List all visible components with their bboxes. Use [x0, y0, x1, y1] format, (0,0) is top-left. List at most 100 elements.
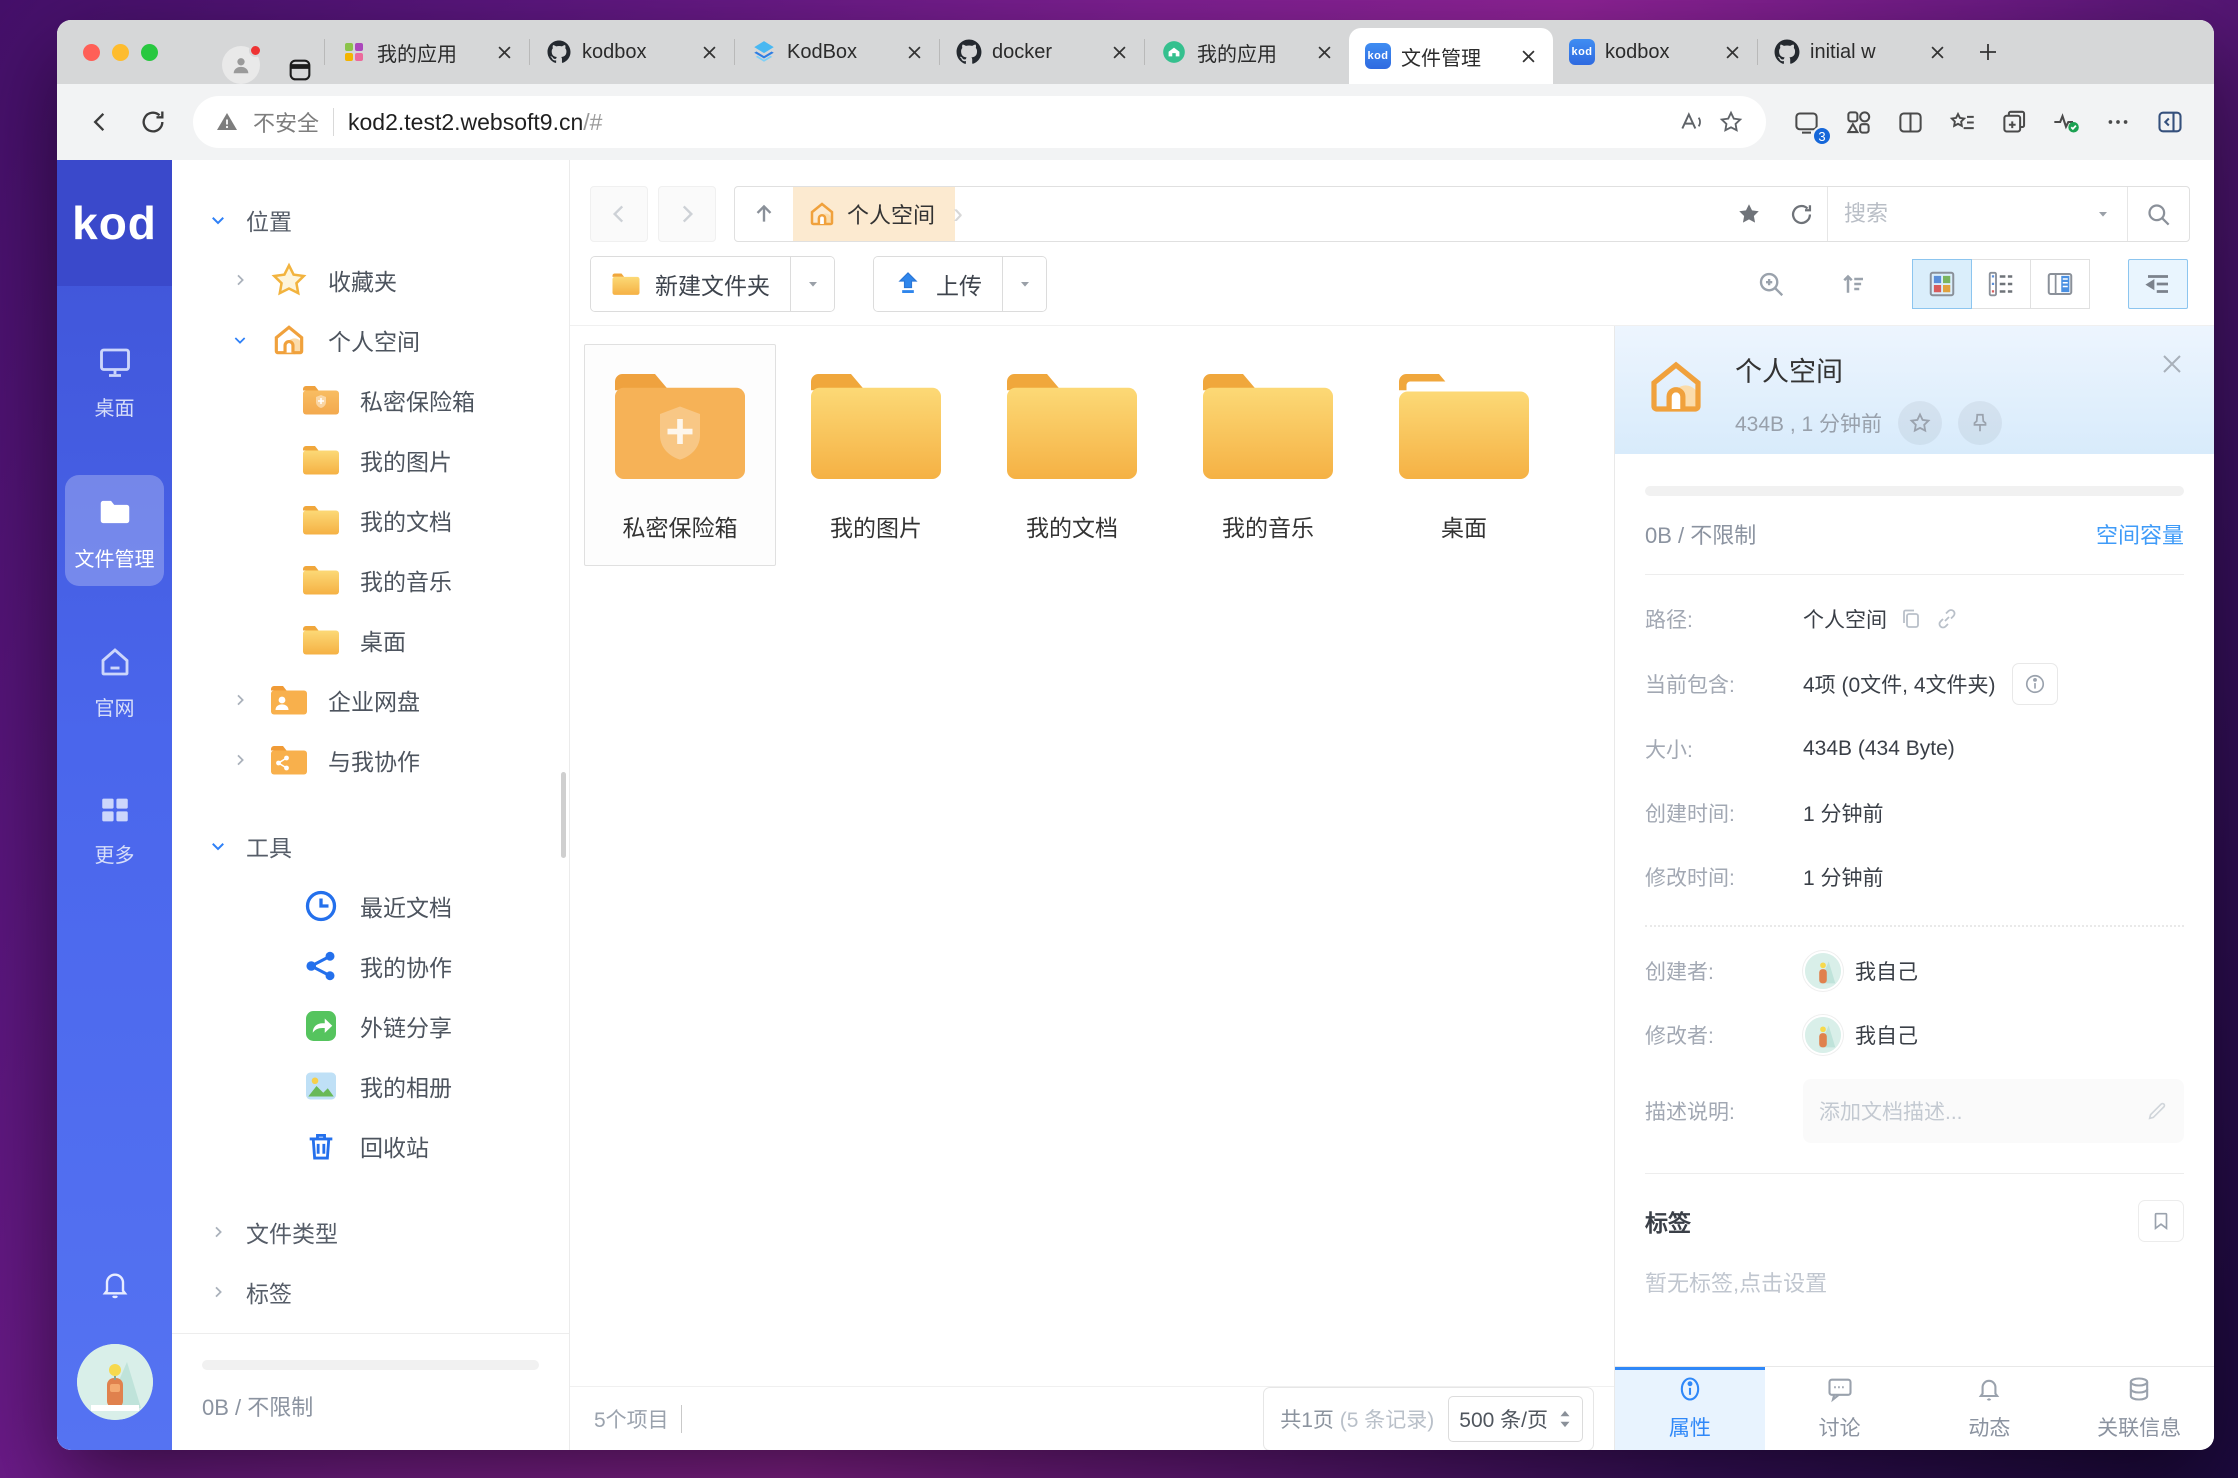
- tab-close-icon[interactable]: [1926, 41, 1948, 63]
- chevron-right-icon[interactable]: [230, 752, 250, 768]
- read-aloud-icon[interactable]: [1678, 109, 1704, 135]
- file-item-private-safe[interactable]: 私密保险箱: [584, 344, 776, 566]
- browser-tab[interactable]: kodbox: [530, 20, 734, 84]
- collections-icon[interactable]: [1992, 100, 2036, 144]
- tab-close-icon[interactable]: [1721, 41, 1743, 63]
- tree-item-my-music[interactable]: 我的音乐: [172, 550, 569, 610]
- tree-item-personal-space[interactable]: 个人空间: [172, 310, 569, 370]
- chevron-right-icon[interactable]: [230, 272, 250, 288]
- capacity-link[interactable]: 空间容量: [2096, 518, 2184, 550]
- tree-item-shared-with-me[interactable]: 与我协作: [172, 730, 569, 790]
- chevron-down-icon[interactable]: [230, 332, 250, 348]
- up-directory-button[interactable]: [735, 187, 793, 241]
- favorite-location-button[interactable]: [1723, 187, 1775, 241]
- user-avatar[interactable]: [77, 1344, 153, 1420]
- sort-icon[interactable]: [1831, 262, 1875, 306]
- new-tab-button[interactable]: [1968, 32, 2008, 72]
- extensions-icon[interactable]: [1836, 100, 1880, 144]
- tree-item-enterprise-disk[interactable]: 企业网盘: [172, 670, 569, 730]
- tree-item-external-links[interactable]: 外链分享: [172, 996, 569, 1056]
- upload-button[interactable]: 上传: [874, 257, 1002, 311]
- browser-tab[interactable]: docker: [940, 20, 1144, 84]
- url-bar[interactable]: 不安全 kod2.test2.websoft9.cn/#: [193, 96, 1766, 148]
- sidebar-item-website[interactable]: 官网: [65, 626, 164, 735]
- minimize-window-button[interactable]: [112, 44, 129, 61]
- tags-empty-label[interactable]: 暂无标签,点击设置: [1645, 1266, 2184, 1298]
- tree-section-tags[interactable]: 标签: [172, 1262, 569, 1322]
- browser-tab[interactable]: kod kodbox: [1553, 20, 1757, 84]
- security-label[interactable]: 不安全: [253, 106, 319, 138]
- chevron-right-icon[interactable]: [208, 1224, 228, 1240]
- tree-scrollbar-thumb[interactable]: [561, 772, 566, 858]
- chevron-down-icon[interactable]: [208, 211, 228, 229]
- browser-profile-avatar[interactable]: [222, 46, 260, 84]
- back-button[interactable]: [79, 100, 123, 144]
- per-page-select[interactable]: 500 条/页: [1448, 1396, 1583, 1442]
- tree-item-recent-docs[interactable]: 最近文档: [172, 876, 569, 936]
- tab-overview-button[interactable]: [286, 56, 314, 84]
- upload-dropdown[interactable]: [1002, 257, 1046, 311]
- tree-section-file-types[interactable]: 文件类型: [172, 1202, 569, 1262]
- info-icon[interactable]: [2012, 663, 2058, 705]
- history-forward-button[interactable]: [658, 186, 716, 242]
- browser-essentials-icon[interactable]: [2044, 100, 2088, 144]
- new-folder-dropdown[interactable]: [790, 257, 834, 311]
- history-back-button[interactable]: [590, 186, 648, 242]
- sidebar-item-desktop[interactable]: 桌面: [65, 326, 164, 435]
- tab-properties[interactable]: 属性: [1615, 1367, 1765, 1450]
- new-folder-button[interactable]: 新建文件夹: [591, 257, 790, 311]
- zoom-window-button[interactable]: [141, 44, 158, 61]
- breadcrumb-item-personal-space[interactable]: 个人空间: [793, 187, 955, 241]
- split-screen-icon[interactable]: [1888, 100, 1932, 144]
- browser-tab[interactable]: KodBox: [735, 20, 939, 84]
- tab-activity[interactable]: 动态: [1915, 1367, 2065, 1450]
- search-input[interactable]: [1844, 201, 2085, 227]
- chevron-down-icon[interactable]: [208, 837, 228, 855]
- tab-close-icon[interactable]: [1517, 45, 1539, 67]
- tree-item-recycle-bin[interactable]: 回收站: [172, 1116, 569, 1176]
- kod-logo[interactable]: kod: [57, 160, 172, 286]
- browser-tab[interactable]: initial w: [1758, 20, 1962, 84]
- detail-panel-toggle-button[interactable]: [2128, 259, 2188, 309]
- chevron-right-icon[interactable]: [230, 692, 250, 708]
- tree-section-tools[interactable]: 工具: [172, 816, 569, 876]
- tree-item-my-albums[interactable]: 我的相册: [172, 1056, 569, 1116]
- favorite-button[interactable]: [1898, 401, 1942, 445]
- tab-discussion[interactable]: 讨论: [1765, 1367, 1915, 1450]
- list-view-button[interactable]: [1971, 259, 2031, 309]
- close-window-button[interactable]: [83, 44, 100, 61]
- file-item-desktop[interactable]: 桌面: [1368, 344, 1560, 566]
- sidebar-item-file-manager[interactable]: 文件管理: [65, 475, 164, 586]
- tree-item-my-collaboration[interactable]: 我的协作: [172, 936, 569, 996]
- tab-close-icon[interactable]: [698, 41, 720, 63]
- description-input[interactable]: 添加文档描述...: [1803, 1079, 2184, 1143]
- tab-close-icon[interactable]: [493, 41, 515, 63]
- grid-view-button[interactable]: [1912, 259, 1972, 309]
- tree-item-favorites[interactable]: 收藏夹: [172, 250, 569, 310]
- tab-related-info[interactable]: 关联信息: [2064, 1367, 2214, 1450]
- detail-view-button[interactable]: [2030, 259, 2090, 309]
- favorite-star-icon[interactable]: [1718, 109, 1744, 135]
- chevron-right-icon[interactable]: [208, 1284, 228, 1300]
- tree-section-locations[interactable]: 位置: [172, 190, 569, 250]
- browser-tab-active[interactable]: kod 文件管理: [1349, 28, 1553, 84]
- tree-item-my-documents[interactable]: 我的文档: [172, 490, 569, 550]
- favorites-bar-icon[interactable]: [1940, 100, 1984, 144]
- notifications-bell-icon[interactable]: [99, 1268, 131, 1300]
- more-menu-icon[interactable]: [2096, 100, 2140, 144]
- browser-tasks-icon[interactable]: 3: [1784, 100, 1828, 144]
- url-text[interactable]: kod2.test2.websoft9.cn/#: [348, 109, 1664, 136]
- browser-tab[interactable]: 我的应用: [1145, 20, 1349, 84]
- tree-item-desktop-folder[interactable]: 桌面: [172, 610, 569, 670]
- close-panel-icon[interactable]: [2154, 346, 2190, 382]
- sidebar-item-more[interactable]: 更多: [65, 775, 164, 882]
- sidebar-toggle-icon[interactable]: [2148, 100, 2192, 144]
- tab-close-icon[interactable]: [1108, 41, 1130, 63]
- tree-item-private-safe[interactable]: 私密保险箱: [172, 370, 569, 430]
- browser-tab[interactable]: 我的应用: [325, 20, 529, 84]
- refresh-button[interactable]: [1775, 187, 1827, 241]
- tree-item-my-pictures[interactable]: 我的图片: [172, 430, 569, 490]
- bookmark-icon[interactable]: [2138, 1200, 2184, 1242]
- copy-icon[interactable]: [1899, 607, 1923, 631]
- reload-button[interactable]: [131, 100, 175, 144]
